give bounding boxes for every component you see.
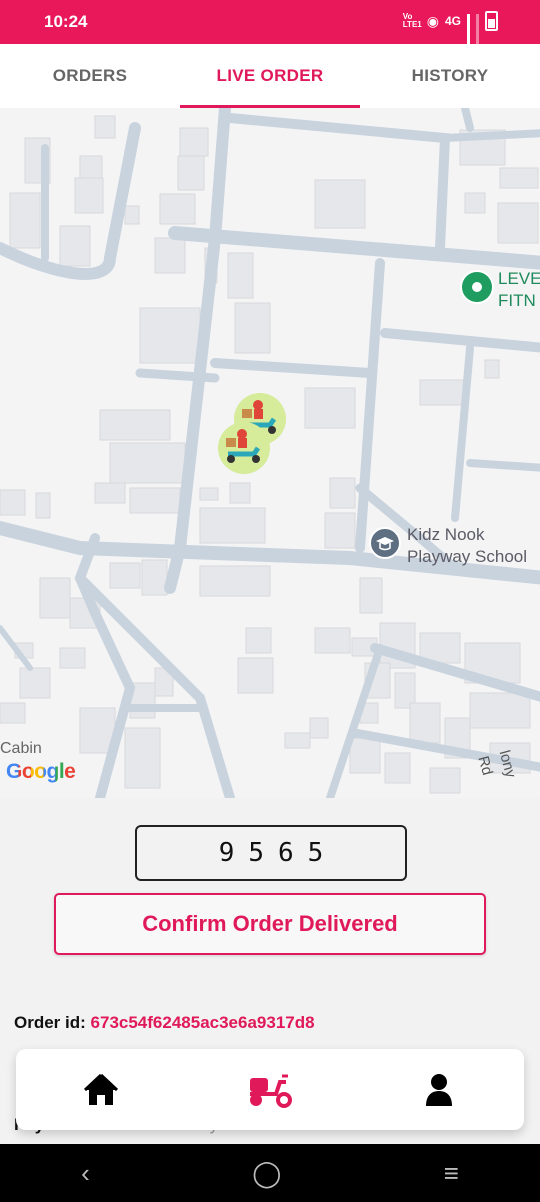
otp-display: 9565 xyxy=(135,825,407,881)
live-map[interactable]: LEVE FITN Kidz Nook Playway School Cabin… xyxy=(0,108,540,798)
location-pin-icon[interactable] xyxy=(458,270,498,308)
hotspot-icon: ◉ xyxy=(426,12,439,29)
tab-orders[interactable]: ORDERS xyxy=(0,44,180,108)
delivery-rider-icon xyxy=(226,429,261,463)
poi-label-school[interactable]: Kidz Nook Playway School xyxy=(407,524,527,568)
nav-home[interactable] xyxy=(16,1049,185,1130)
system-nav-bar: ‹ ◯ ≡ xyxy=(0,1144,540,1202)
signal-strength-sim2-icon xyxy=(476,14,479,49)
map-label-cabin: Cabin xyxy=(0,740,42,757)
order-id-value: 673c54f62485ac3e6a9317d8 xyxy=(90,1013,315,1032)
nav-delivery[interactable] xyxy=(185,1049,354,1130)
rider-marker[interactable] xyxy=(218,422,270,474)
status-bar: 10:24 Vo LTE1 ◉ 4G xyxy=(0,0,540,49)
poi-label-fitness[interactable]: LEVE FITN xyxy=(498,268,540,312)
home-icon xyxy=(83,1073,118,1105)
otp-code: 9565 xyxy=(218,838,338,868)
signal-strength-icon xyxy=(467,14,470,49)
tab-bar: ORDERS LIVE ORDER HISTORY xyxy=(0,44,540,108)
status-icons: Vo LTE1 ◉ 4G xyxy=(402,11,498,49)
tab-live-order[interactable]: LIVE ORDER xyxy=(180,44,360,108)
battery-icon xyxy=(485,11,498,31)
network-type-label: 4G xyxy=(444,14,461,28)
volte-icon: Vo LTE1 xyxy=(402,12,422,29)
order-id-row: Order id: 673c54f62485ac3e6a9317d8 xyxy=(14,1013,315,1033)
status-time: 10:24 xyxy=(44,12,88,31)
scooter-icon xyxy=(249,1074,292,1108)
order-id-label: Order id: xyxy=(14,1013,86,1032)
user-icon xyxy=(426,1073,453,1106)
tab-history[interactable]: HISTORY xyxy=(360,44,540,108)
google-attribution: Google xyxy=(6,760,76,783)
home-button-icon[interactable]: ◯ xyxy=(252,1158,281,1189)
school-icon[interactable] xyxy=(368,526,402,564)
confirm-delivered-button[interactable]: Confirm Order Delivered xyxy=(54,893,486,955)
bottom-nav xyxy=(16,1049,524,1130)
recents-icon[interactable]: ≡ xyxy=(444,1158,459,1189)
back-icon[interactable]: ‹ xyxy=(81,1158,90,1189)
nav-profile[interactable] xyxy=(355,1049,524,1130)
map-canvas xyxy=(0,108,540,798)
